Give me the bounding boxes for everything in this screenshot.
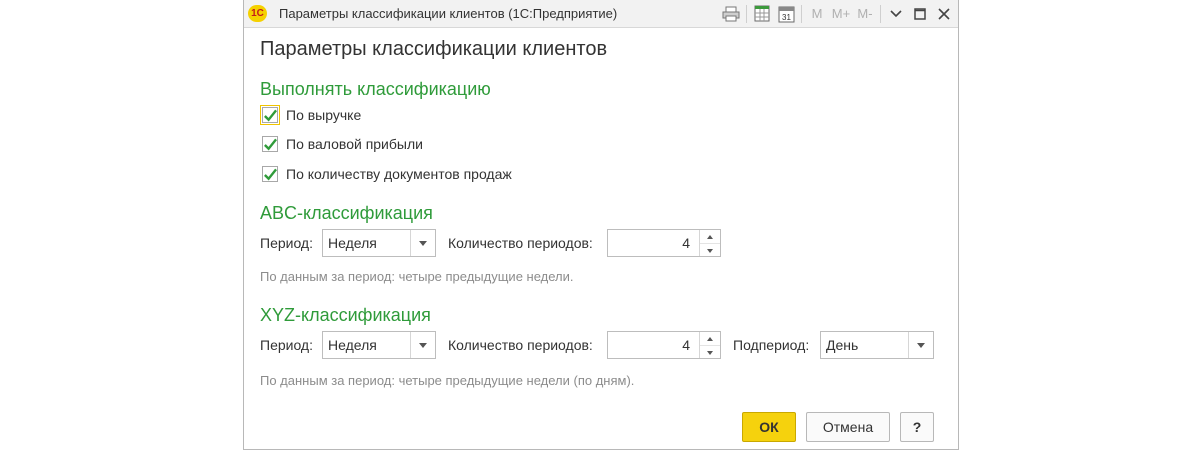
more-icon[interactable] — [884, 2, 908, 26]
abc-hint: По данным за период: четыре предыдущие н… — [260, 269, 574, 284]
checkbox-by-gross-profit-label[interactable]: По валовой прибыли — [286, 136, 423, 152]
title-bar-tools: 31 M M+ M- — [719, 0, 956, 27]
stepper-up-icon[interactable] — [700, 332, 720, 345]
stepper-down-icon[interactable] — [700, 345, 720, 359]
xyz-hint: По данным за период: четыре предыдущие н… — [260, 373, 635, 388]
xyz-subperiod-label: Подпериод: — [733, 337, 810, 353]
abc-period-select[interactable]: Неделя — [322, 229, 436, 257]
abc-period-label: Период: — [260, 235, 313, 251]
abc-count-label: Количество периодов: — [448, 235, 593, 251]
toolbar-separator — [746, 4, 747, 23]
checkbox-by-revenue-label[interactable]: По выручке — [286, 107, 361, 123]
checkbox-by-revenue[interactable]: По выручке — [260, 104, 361, 126]
xyz-period-label: Период: — [260, 337, 313, 353]
xyz-period-select[interactable]: Неделя — [322, 331, 436, 359]
ok-button[interactable]: ОК — [742, 412, 796, 442]
close-icon[interactable] — [932, 2, 956, 26]
cancel-button[interactable]: Отмена — [806, 412, 890, 442]
classification-heading: Выполнять классификацию — [260, 79, 491, 99]
checkbox-by-gross-profit-box[interactable] — [260, 134, 280, 154]
app-logo-icon: 1С — [248, 5, 267, 22]
xyz-count-label: Количество периодов: — [448, 337, 593, 353]
toolbar-separator — [801, 4, 802, 23]
checkbox-by-gross-profit[interactable]: По валовой прибыли — [260, 133, 423, 155]
checkbox-by-sales-documents-label[interactable]: По количеству документов продаж — [286, 166, 512, 182]
calendar-icon[interactable]: 31 — [774, 2, 798, 26]
abc-count-stepper[interactable] — [699, 230, 720, 256]
stepper-up-icon[interactable] — [700, 230, 720, 243]
abc-heading: ABC-классификация — [260, 203, 433, 223]
form-title: Параметры классификации клиентов — [260, 38, 608, 60]
memory-plus-button[interactable]: M+ — [829, 6, 853, 21]
xyz-period-value: Неделя — [328, 337, 377, 353]
memory-button[interactable]: M — [805, 6, 829, 21]
calendar-day-label: 31 — [782, 13, 791, 22]
abc-period-value: Неделя — [328, 235, 377, 251]
checkbox-by-sales-documents[interactable]: По количеству документов продаж — [260, 163, 512, 185]
xyz-subperiod-select[interactable]: День — [820, 331, 934, 359]
help-button[interactable]: ? — [900, 412, 934, 442]
checkmark-icon — [264, 138, 277, 151]
xyz-heading: XYZ-классификация — [260, 305, 431, 325]
checkmark-icon — [264, 109, 277, 122]
checkbox-by-revenue-box[interactable] — [260, 105, 280, 125]
checkbox-by-sales-documents-box[interactable] — [260, 164, 280, 184]
chevron-down-icon[interactable] — [908, 332, 933, 358]
xyz-count-stepper[interactable] — [699, 332, 720, 358]
title-bar: 1С Параметры классификации клиентов (1С:… — [244, 0, 958, 28]
chevron-down-icon[interactable] — [410, 332, 435, 358]
xyz-count-input[interactable]: 4 — [607, 331, 721, 359]
memory-minus-button[interactable]: M- — [853, 6, 877, 21]
xyz-subperiod-value: День — [826, 337, 859, 353]
spreadsheet-icon[interactable] — [750, 2, 774, 26]
toolbar-separator — [880, 4, 881, 23]
chevron-down-icon[interactable] — [410, 230, 435, 256]
xyz-count-value: 4 — [682, 337, 690, 353]
maximize-icon[interactable] — [908, 2, 932, 26]
print-icon[interactable] — [719, 2, 743, 26]
abc-count-input[interactable]: 4 — [607, 229, 721, 257]
dialog-window: 1С Параметры классификации клиентов (1С:… — [243, 0, 959, 450]
stepper-down-icon[interactable] — [700, 243, 720, 257]
checkmark-icon — [264, 168, 277, 181]
window-title: Параметры классификации клиентов (1С:Пре… — [279, 6, 618, 21]
abc-count-value: 4 — [682, 235, 690, 251]
